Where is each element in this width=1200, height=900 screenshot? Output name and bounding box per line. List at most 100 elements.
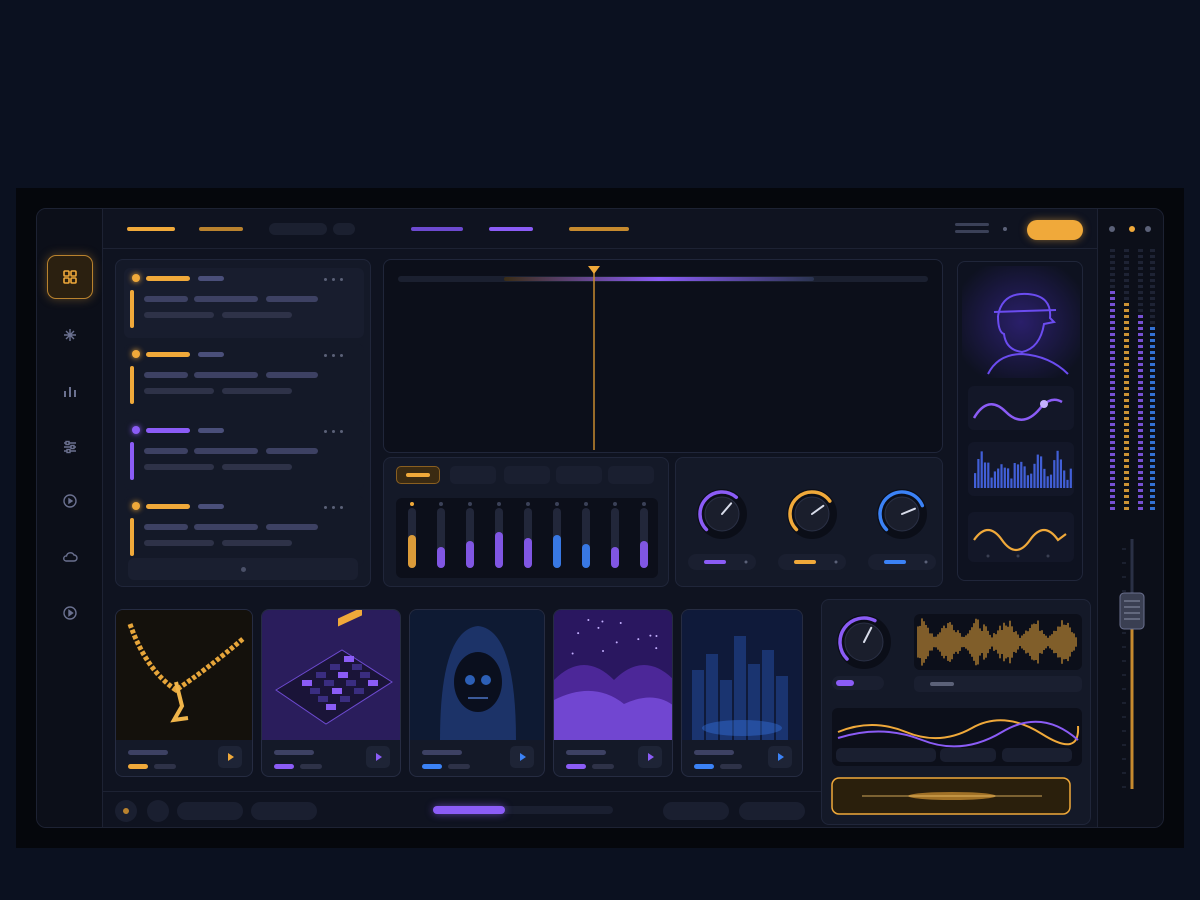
knobs-svg[interactable] — [676, 458, 944, 588]
track-card[interactable] — [261, 609, 401, 777]
playhead-marker[interactable] — [588, 266, 600, 274]
meter-segment — [1138, 261, 1143, 264]
more-options-icon[interactable] — [324, 354, 343, 357]
output-field[interactable] — [663, 802, 729, 820]
meter-segment — [1138, 333, 1143, 336]
master-fader-handle[interactable] — [1119, 592, 1145, 630]
play-button[interactable] — [510, 746, 534, 768]
meter-segment — [1150, 333, 1155, 336]
fader-channel[interactable] — [611, 502, 619, 568]
fader-channel[interactable] — [524, 502, 532, 568]
sliders-icon — [64, 440, 76, 454]
mode-button-4[interactable] — [556, 466, 602, 484]
spectrum-bar — [997, 468, 1000, 488]
spectrum-bar — [1043, 468, 1046, 488]
play-button[interactable] — [638, 746, 662, 768]
more-options-icon[interactable] — [324, 278, 343, 281]
meter-segment — [1150, 345, 1155, 348]
spectrum-bar — [974, 473, 977, 488]
fader-channel[interactable] — [437, 502, 445, 568]
envelope-param[interactable] — [1002, 748, 1072, 762]
play-button[interactable] — [366, 746, 390, 768]
track-row[interactable] — [124, 268, 364, 338]
meter-segment — [1138, 447, 1143, 450]
more-options-icon[interactable] — [324, 506, 343, 509]
nav-item-mixer[interactable] — [47, 425, 93, 469]
track-clip — [144, 464, 214, 470]
track-card[interactable] — [115, 609, 253, 777]
track-row[interactable] — [124, 496, 364, 566]
track-level — [130, 290, 134, 328]
meter-segment — [1150, 303, 1155, 306]
meter-segment — [1124, 303, 1129, 306]
fader-channel[interactable] — [495, 502, 503, 568]
track-indicator — [132, 350, 140, 358]
nav-item-player[interactable] — [47, 591, 93, 635]
fader-channel[interactable] — [466, 502, 474, 568]
knob[interactable] — [787, 489, 837, 539]
fx-svg[interactable] — [822, 600, 1092, 826]
mode-button-3[interactable] — [504, 466, 550, 484]
track-row[interactable] — [124, 344, 364, 414]
tab-1[interactable] — [127, 227, 175, 231]
meter-segment — [1124, 261, 1129, 264]
track-row[interactable] — [124, 420, 364, 490]
tab-3[interactable] — [411, 227, 463, 231]
meter-segment — [1110, 441, 1115, 444]
search-option[interactable] — [333, 223, 355, 235]
tempo-field[interactable] — [177, 802, 243, 820]
nav-item-dashboard[interactable] — [47, 255, 93, 299]
nav-item-cloud[interactable] — [47, 535, 93, 579]
meter-segment — [1124, 393, 1129, 396]
more-options-icon[interactable] — [324, 430, 343, 433]
meter-segment — [1138, 399, 1143, 402]
play-circle-icon — [63, 606, 77, 620]
track-indicator — [132, 274, 140, 282]
meter-segment — [1124, 375, 1129, 378]
nav-item-effects[interactable] — [47, 313, 93, 357]
search-box[interactable] — [269, 223, 327, 235]
tab-2[interactable] — [199, 227, 243, 231]
envelope-param[interactable] — [940, 748, 996, 762]
sparkle-icon — [64, 329, 76, 341]
key-field[interactable] — [251, 802, 317, 820]
waveform-view[interactable] — [384, 260, 944, 454]
track-name — [146, 352, 190, 357]
knob[interactable] — [697, 489, 747, 539]
meter-segment — [1110, 423, 1115, 426]
knob[interactable] — [877, 489, 927, 539]
meter-segment — [1150, 435, 1155, 438]
menu-icon[interactable] — [955, 223, 989, 226]
more-icon[interactable] — [1003, 227, 1007, 231]
tab-4[interactable] — [489, 227, 533, 231]
faders-svg[interactable] — [396, 498, 658, 578]
card-title — [566, 750, 606, 755]
meter-segment — [1124, 417, 1129, 420]
knob-panel — [675, 457, 943, 587]
fader-channel[interactable] — [408, 502, 416, 568]
tab-5[interactable] — [569, 227, 629, 231]
track-card[interactable] — [553, 609, 673, 777]
volume-field[interactable] — [739, 802, 805, 820]
fader-channel[interactable] — [553, 502, 561, 568]
nav-item-analytics[interactable] — [47, 369, 93, 413]
meter-segment — [1150, 405, 1155, 408]
envelope-param[interactable] — [836, 748, 936, 762]
loop-button[interactable] — [147, 800, 169, 822]
meter-segment — [1110, 273, 1115, 276]
play-button[interactable] — [218, 746, 242, 768]
mode-button-5[interactable] — [608, 466, 654, 484]
knob[interactable] — [837, 615, 891, 669]
track-card[interactable] — [681, 609, 803, 777]
meter-segment — [1110, 369, 1115, 372]
fader-channel[interactable] — [582, 502, 590, 568]
play-button[interactable] — [768, 746, 792, 768]
meter-segment — [1150, 417, 1155, 420]
meter-segment — [1110, 459, 1115, 462]
fader-channel[interactable] — [640, 502, 648, 568]
nav-item-library[interactable] — [47, 479, 93, 523]
track-card[interactable] — [409, 609, 545, 777]
meter-segment — [1110, 315, 1115, 318]
action-button[interactable] — [1027, 220, 1083, 240]
mode-button-2[interactable] — [450, 466, 496, 484]
